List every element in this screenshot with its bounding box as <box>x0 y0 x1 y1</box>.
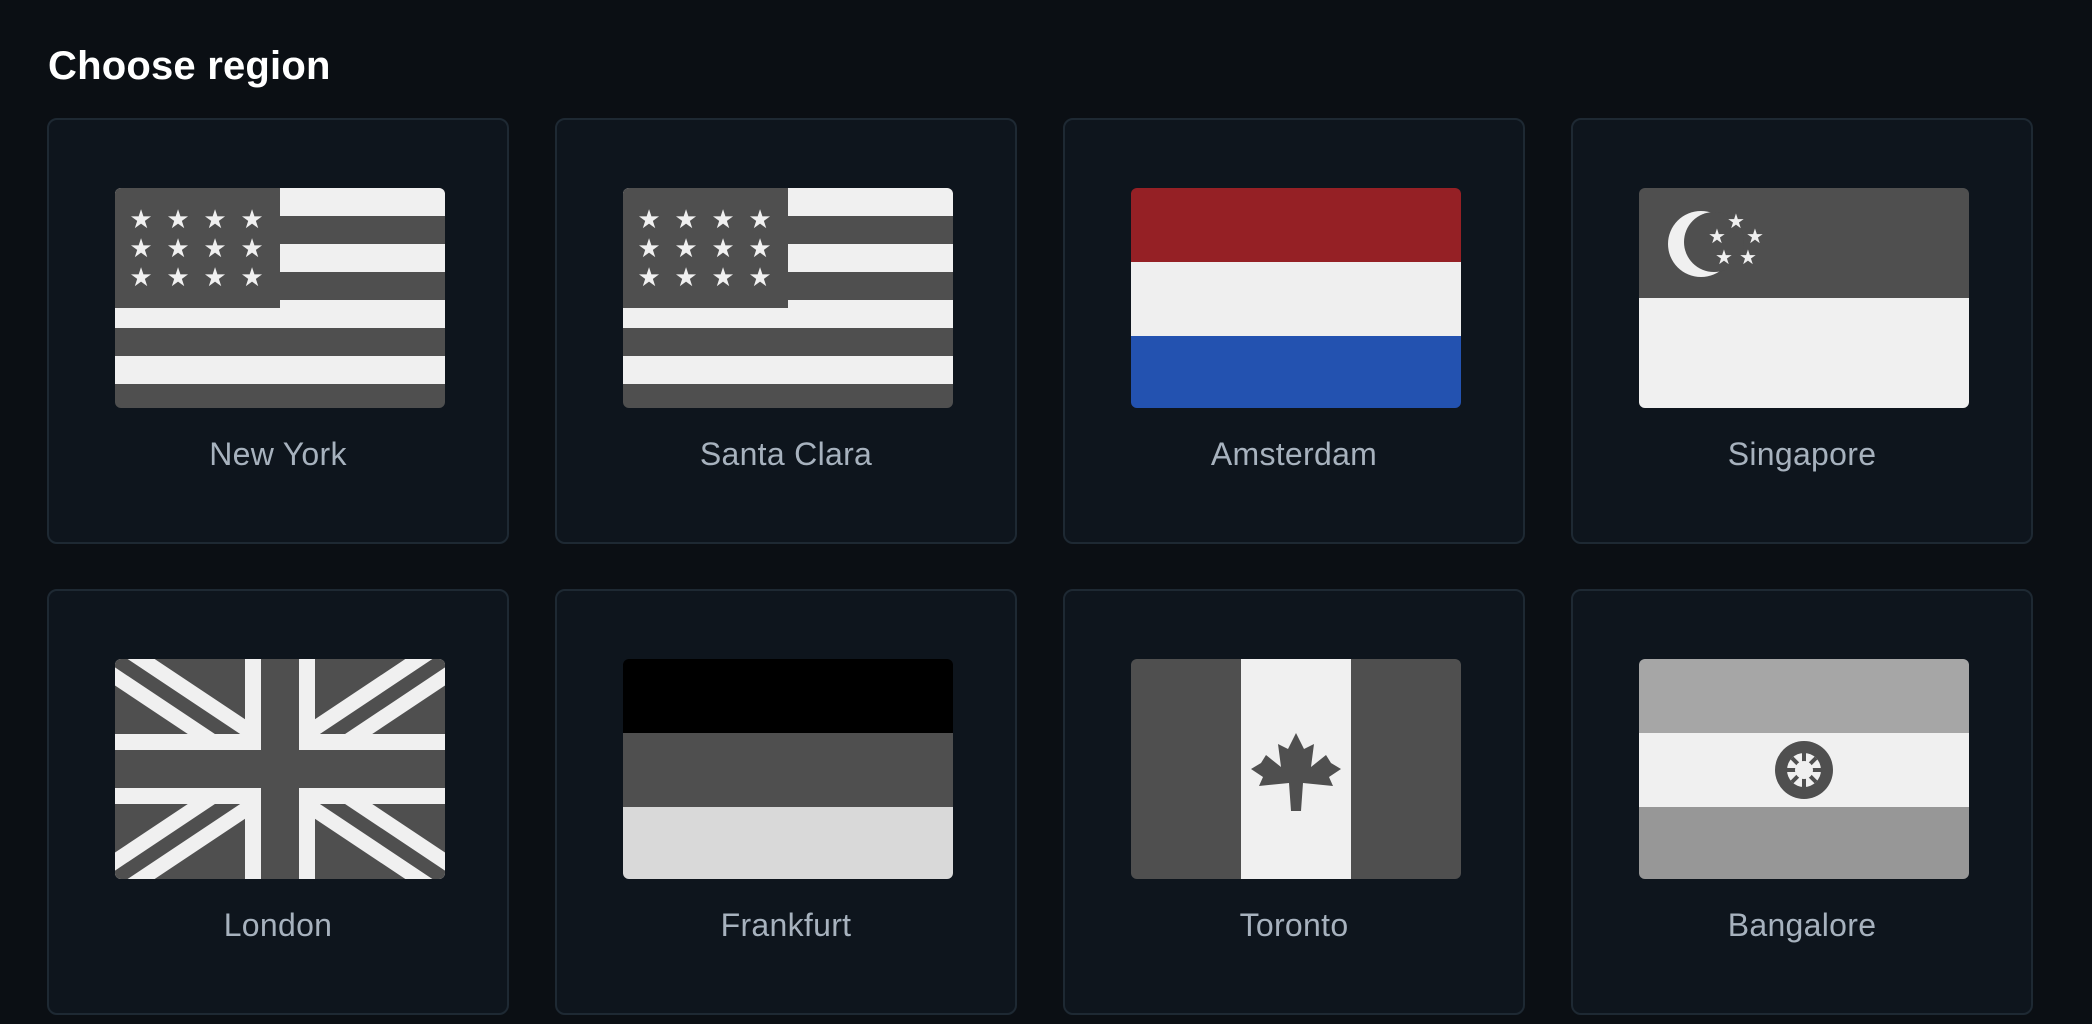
region-label: New York <box>209 436 347 472</box>
region-card-bangalore[interactable]: Bangalore <box>1571 589 2033 1015</box>
svg-text:★: ★ <box>674 205 697 235</box>
region-label: Amsterdam <box>1210 436 1378 472</box>
canada-flag-icon <box>1131 659 1461 879</box>
region-card-santa-clara[interactable]: ★ ★ ★ ★ ★ ★ ★ ★ ★ ★ ★ ★ Santa Clara <box>555 118 1017 544</box>
svg-text:★: ★ <box>1715 245 1733 269</box>
region-card-amsterdam[interactable]: Amsterdam <box>1063 118 1525 544</box>
svg-text:★: ★ <box>1739 245 1757 269</box>
region-card-frankfurt[interactable]: Frankfurt <box>555 589 1017 1015</box>
svg-text:★: ★ <box>674 234 697 264</box>
us-flag-icon: ★ ★ ★ ★ ★ ★ ★ ★ ★ ★ ★ ★ <box>115 188 445 408</box>
svg-text:★: ★ <box>637 263 660 293</box>
region-card-new-york[interactable]: ★ ★ ★ ★ ★ ★ ★ ★ ★ ★ ★ ★ New York <box>47 118 509 544</box>
svg-text:★: ★ <box>711 205 734 235</box>
svg-text:★: ★ <box>129 234 152 264</box>
svg-text:★: ★ <box>748 205 771 235</box>
svg-text:★: ★ <box>203 205 226 235</box>
svg-text:★: ★ <box>748 263 771 293</box>
svg-text:★: ★ <box>1727 209 1745 233</box>
uk-flag-icon <box>115 659 445 879</box>
svg-text:★: ★ <box>674 263 697 293</box>
region-card-london[interactable]: London <box>47 589 509 1015</box>
us-flag-icon: ★ ★ ★ ★ ★ ★ ★ ★ ★ ★ ★ ★ <box>623 188 953 408</box>
region-label: Singapore <box>1727 436 1877 472</box>
singapore-flag-icon: ★ ★ ★ ★ ★ <box>1639 188 1969 408</box>
svg-text:★: ★ <box>637 234 660 264</box>
svg-text:★: ★ <box>203 234 226 264</box>
svg-text:★: ★ <box>166 234 189 264</box>
germany-flag-icon <box>623 659 953 879</box>
india-flag-icon <box>1639 659 1969 879</box>
region-label: Bangalore <box>1727 907 1877 943</box>
region-grid: ★ ★ ★ ★ ★ ★ ★ ★ ★ ★ ★ ★ New York ★ ★ ★ ★… <box>47 118 2033 1015</box>
svg-text:★: ★ <box>240 205 263 235</box>
svg-text:★: ★ <box>240 234 263 264</box>
region-label: Santa Clara <box>699 436 873 472</box>
svg-text:★: ★ <box>748 234 771 264</box>
page-title: Choose region <box>48 44 331 88</box>
svg-text:★: ★ <box>203 263 226 293</box>
region-label: Toronto <box>1239 907 1349 943</box>
svg-text:★: ★ <box>166 205 189 235</box>
region-card-singapore[interactable]: ★ ★ ★ ★ ★ Singapore <box>1571 118 2033 544</box>
region-label: Frankfurt <box>720 907 852 943</box>
netherlands-flag-icon <box>1131 188 1461 408</box>
svg-text:★: ★ <box>711 234 734 264</box>
svg-text:★: ★ <box>166 263 189 293</box>
svg-text:★: ★ <box>129 263 152 293</box>
svg-text:★: ★ <box>711 263 734 293</box>
region-picker-page: Choose region ★ ★ ★ ★ ★ ★ ★ ★ ★ ★ ★ ★ Ne… <box>0 0 2092 1024</box>
region-card-toronto[interactable]: Toronto <box>1063 589 1525 1015</box>
svg-text:★: ★ <box>129 205 152 235</box>
region-label: London <box>223 907 333 943</box>
svg-text:★: ★ <box>240 263 263 293</box>
svg-text:★: ★ <box>637 205 660 235</box>
